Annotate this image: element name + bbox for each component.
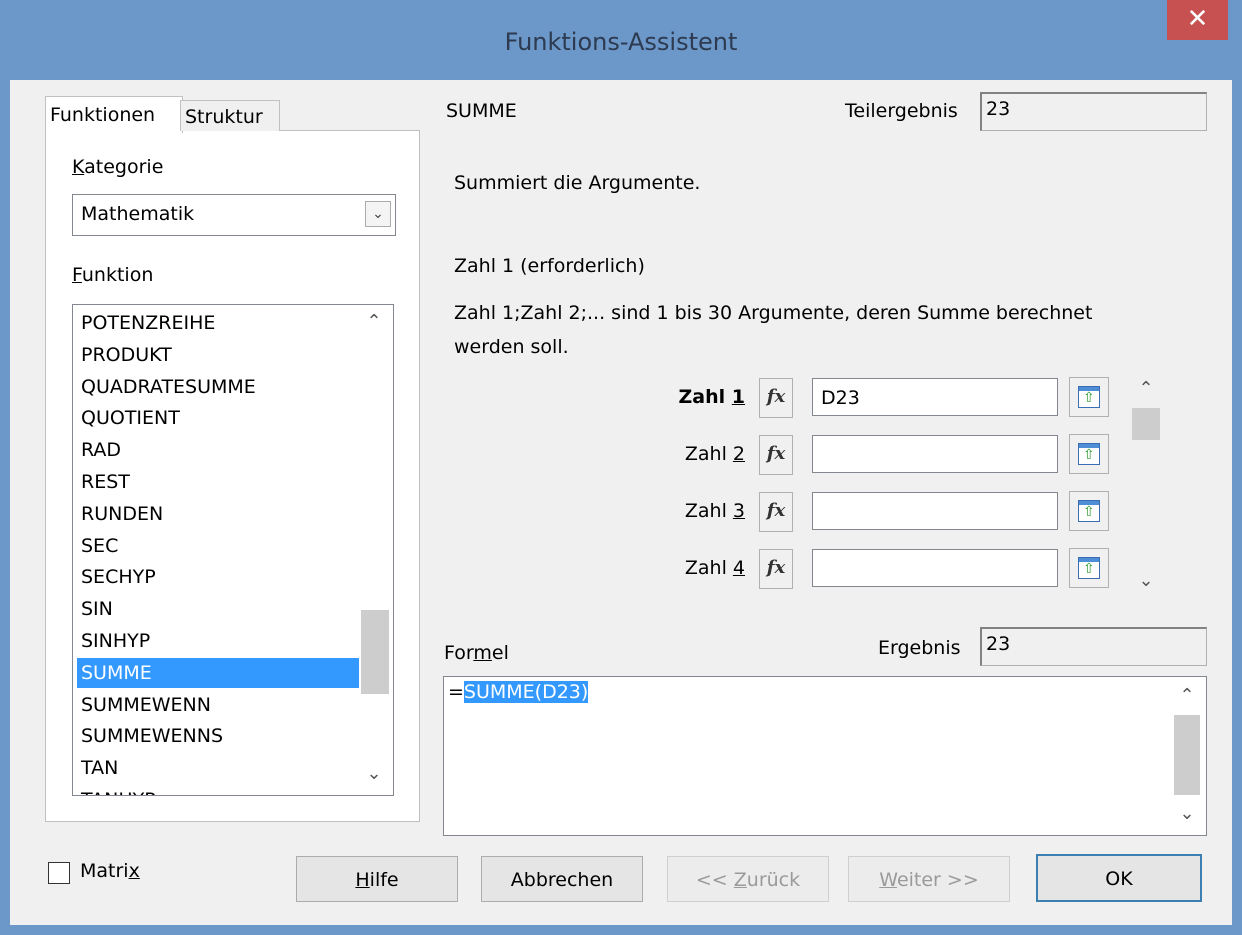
function-list-item[interactable]: TANHYP xyxy=(77,785,363,795)
argument-label: Zahl 3 xyxy=(684,500,745,522)
argument-input[interactable] xyxy=(812,435,1058,473)
argument-input[interactable] xyxy=(812,549,1058,587)
scrollbar-thumb[interactable] xyxy=(1132,408,1160,440)
function-label: Funktion xyxy=(72,264,154,286)
function-list-item[interactable]: RAD xyxy=(77,435,363,465)
arguments-scrollbar[interactable]: ⌃ ⌄ xyxy=(1128,374,1164,596)
scroll-up-icon[interactable]: ⌃ xyxy=(1131,378,1161,399)
argument-input[interactable] xyxy=(812,492,1058,530)
cancel-button[interactable]: Abbrechen xyxy=(481,856,643,902)
function-wizard-icon[interactable]: fx xyxy=(759,435,793,475)
scroll-up-icon[interactable]: ⌃ xyxy=(1172,685,1202,706)
scrollbar-thumb[interactable] xyxy=(1174,715,1200,795)
scroll-down-icon[interactable]: ⌄ xyxy=(359,763,389,784)
function-wizard-icon[interactable]: fx xyxy=(759,549,793,589)
chevron-down-icon[interactable]: ⌄ xyxy=(365,201,391,227)
result-field: 23 xyxy=(980,627,1207,666)
formula-selection: SUMME(D23) xyxy=(463,681,589,703)
function-list-item[interactable]: QUADRATESUMME xyxy=(77,372,363,402)
matrix-checkbox[interactable] xyxy=(48,862,70,884)
argument-title: Zahl 1 (erforderlich) xyxy=(454,255,645,277)
function-list-item[interactable]: RUNDEN xyxy=(77,499,363,529)
formula-scrollbar[interactable]: ⌃ ⌄ xyxy=(1170,677,1204,833)
function-list-item[interactable]: SEC xyxy=(77,531,363,561)
close-button[interactable]: ✕ xyxy=(1167,0,1228,40)
help-button[interactable]: Hilfe xyxy=(296,856,458,902)
close-icon: ✕ xyxy=(1186,4,1209,34)
function-list-item[interactable]: POTENZREIHE xyxy=(77,308,363,338)
category-value: Mathematik xyxy=(81,203,195,225)
shrink-dialog-button[interactable] xyxy=(1069,434,1109,474)
shrink-icon xyxy=(1078,557,1100,579)
formula-label: Formel xyxy=(444,642,509,664)
next-button[interactable]: Weiter >> xyxy=(848,856,1010,902)
function-list-item[interactable]: SINHYP xyxy=(77,626,363,656)
function-list-item[interactable]: SECHYP xyxy=(77,562,363,592)
shrink-icon xyxy=(1078,500,1100,522)
category-dropdown[interactable]: Mathematik ⌄ xyxy=(72,194,396,236)
result-label: Ergebnis xyxy=(878,637,961,659)
tab-struktur[interactable]: Struktur xyxy=(180,100,280,131)
shrink-dialog-button[interactable] xyxy=(1069,377,1109,417)
function-list-item[interactable]: PRODUKT xyxy=(77,340,363,370)
argument-input[interactable]: D23 xyxy=(812,378,1058,416)
argument-help-line-2: werden soll. xyxy=(454,336,569,358)
window-title: Funktions-Assistent xyxy=(504,28,738,56)
ok-button[interactable]: OK xyxy=(1036,854,1202,902)
function-list-item[interactable]: SUMME xyxy=(77,657,363,688)
category-label: Kategorie xyxy=(72,156,164,178)
function-wizard-icon[interactable]: fx xyxy=(759,492,793,532)
shrink-dialog-button[interactable] xyxy=(1069,548,1109,588)
function-list-item[interactable]: QUOTIENT xyxy=(77,403,363,433)
argument-label: Zahl 2 xyxy=(684,443,745,465)
formula-editor[interactable]: =SUMME(D23) ⌃ ⌄ xyxy=(443,676,1207,836)
formula-text[interactable]: =SUMME(D23) xyxy=(448,681,589,703)
back-button[interactable]: << Zurück xyxy=(667,856,829,902)
function-list-item[interactable]: SUMMEWENNS xyxy=(77,721,363,751)
scroll-down-icon[interactable]: ⌄ xyxy=(1172,803,1202,824)
scrollbar-thumb[interactable] xyxy=(361,610,389,694)
matrix-label: Matrix xyxy=(80,860,140,882)
function-list-item[interactable]: SIN xyxy=(77,594,363,624)
function-description: Summiert die Argumente. xyxy=(454,172,701,194)
scroll-up-icon[interactable]: ⌃ xyxy=(359,311,389,332)
shrink-icon xyxy=(1078,443,1100,465)
function-list-item[interactable]: SUMMEWENN xyxy=(77,690,363,720)
shrink-dialog-button[interactable] xyxy=(1069,491,1109,531)
function-name: SUMME xyxy=(446,100,517,122)
function-list[interactable]: POTENZREIHE PRODUKT QUADRATESUMME QUOTIENT R… xyxy=(72,304,394,796)
function-list-item[interactable]: TAN xyxy=(77,753,363,783)
function-list-item[interactable]: REST xyxy=(77,467,363,497)
subtotal-field: 23 xyxy=(980,92,1207,131)
shrink-icon xyxy=(1078,386,1100,408)
argument-label: Zahl 4 xyxy=(684,557,745,579)
argument-help-line-1: Zahl 1;Zahl 2;... sind 1 bis 30 Argument… xyxy=(454,302,1093,324)
subtotal-label: Teilergebnis xyxy=(845,100,958,122)
function-list-scrollbar[interactable]: ⌃ ⌄ xyxy=(359,305,391,793)
scroll-down-icon[interactable]: ⌄ xyxy=(1131,570,1161,591)
argument-label: Zahl 1 xyxy=(678,386,746,408)
function-wizard-icon[interactable]: fx xyxy=(759,378,793,418)
tab-funktionen[interactable]: Funktionen xyxy=(45,96,183,133)
